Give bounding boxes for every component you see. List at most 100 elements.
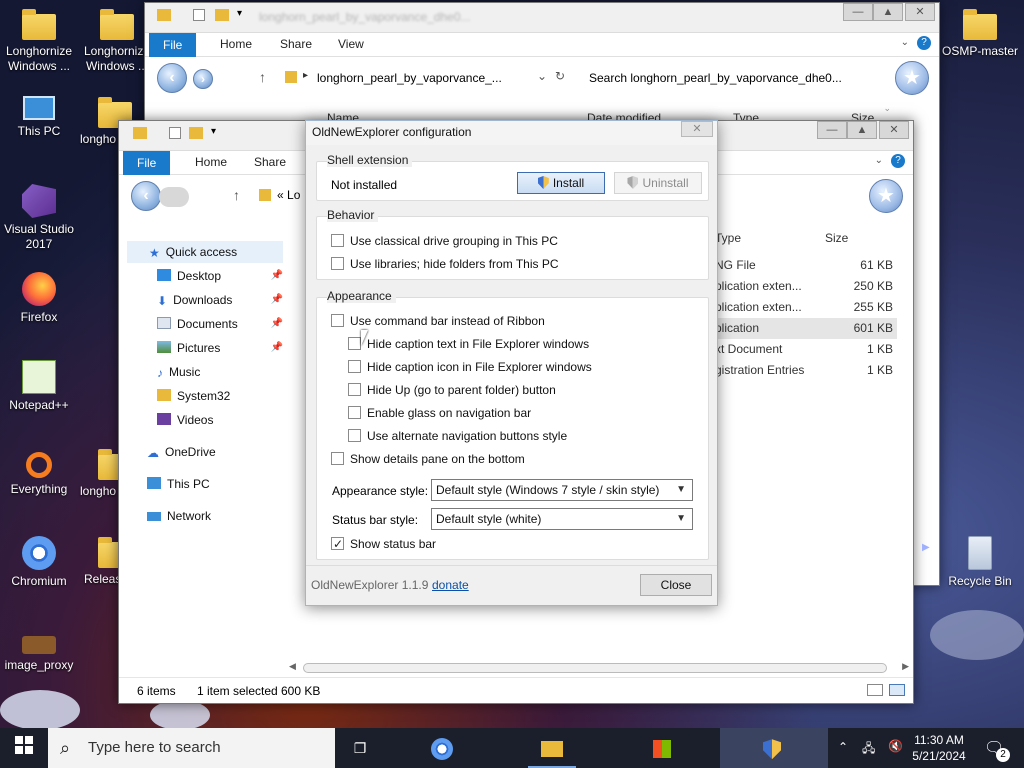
checkbox-box[interactable] [331, 257, 344, 270]
maximize-button[interactable]: ▲ [873, 3, 903, 21]
checkbox-box[interactable] [348, 383, 361, 396]
tab-file[interactable]: File [149, 33, 197, 57]
window-titlebar[interactable]: ▾ longhorn_pearl_by_vaporvance_dhe0... —… [145, 3, 939, 33]
nav-item-documents[interactable]: Documents 📌 [127, 313, 283, 335]
file-row[interactable]: plication exten... [715, 276, 802, 297]
checkbox-box[interactable] [348, 337, 361, 350]
pin-icon[interactable]: 📌 [271, 313, 283, 335]
donate-link[interactable]: donate [432, 578, 469, 592]
start-button[interactable] [0, 728, 48, 768]
checkbox-details-pane-bottom[interactable]: Show details pane on the bottom [331, 451, 525, 469]
chevron-down-icon[interactable]: ⌄ [901, 37, 909, 48]
nav-item-network[interactable]: Network [127, 505, 283, 527]
uninstall-button[interactable]: Uninstall [614, 172, 702, 194]
scroll-right-icon[interactable]: ▶ [902, 661, 909, 672]
checkbox-box[interactable] [331, 314, 344, 327]
nav-item-music[interactable]: ♪ Music [127, 361, 283, 383]
checkbox-classical-drive-grouping[interactable]: Use classical drive grouping in This PC [331, 233, 558, 251]
desktop-icon-longho-1[interactable]: longho [78, 96, 132, 147]
forward-button[interactable] [159, 187, 189, 207]
desktop-icon-osmp-master[interactable]: OSMP-master [936, 8, 1024, 59]
checkbox-box[interactable] [348, 429, 361, 442]
column-header-size[interactable]: Size [825, 231, 848, 245]
scroll-left-icon[interactable]: ◀ [289, 661, 296, 672]
desktop-icon-firefox[interactable]: Firefox [0, 272, 78, 325]
desktop-icon-releas[interactable]: Releas [78, 536, 132, 587]
desktop-icon-image-proxy[interactable]: image_proxy [0, 624, 78, 673]
dialog-titlebar[interactable]: OldNewExplorer configuration ✕ [306, 121, 717, 145]
file-row[interactable]: gistration Entries [715, 360, 804, 381]
checkbox-command-bar[interactable]: Use command bar instead of Ribbon [331, 313, 545, 331]
tab-file[interactable]: File [123, 151, 171, 175]
minimize-button[interactable]: — [817, 121, 847, 139]
checkbox-box[interactable] [331, 536, 344, 552]
volume-tray-icon[interactable]: 🔇 [888, 739, 903, 753]
checkbox-hide-up-button[interactable]: Hide Up (go to parent folder) button [348, 382, 556, 400]
taskbar-store[interactable] [638, 728, 686, 768]
quick-access-dropdown-icon[interactable]: ▾ [211, 126, 216, 137]
nav-item-videos[interactable]: Videos [127, 409, 283, 431]
desktop-icon-chromium[interactable]: Chromium [0, 536, 78, 589]
file-row[interactable]: NG File [715, 255, 756, 276]
favorites-star-icon[interactable]: ★ [869, 179, 903, 213]
taskbar-search-box[interactable]: ⌕ Type here to search [48, 728, 335, 768]
pin-icon[interactable]: 📌 [271, 289, 283, 311]
favorites-star-icon[interactable]: ★ [895, 61, 929, 95]
checkbox-hide-caption-icon[interactable]: Hide caption icon in File Explorer windo… [348, 359, 592, 377]
tab-home[interactable]: Home [195, 155, 227, 169]
large-icons-view-icon[interactable] [889, 684, 905, 696]
minimize-button[interactable]: — [843, 3, 873, 21]
up-arrow-icon[interactable]: ↑ [233, 187, 240, 203]
column-header-type[interactable]: Type [715, 231, 741, 245]
back-button[interactable]: ‹ [157, 63, 187, 93]
desktop-icon-longhornize-1[interactable]: Longhornize Windows ... [0, 8, 78, 74]
up-arrow-icon[interactable]: ↑ [259, 69, 266, 85]
close-button[interactable]: Close [640, 574, 712, 596]
nav-item-this-pc[interactable]: This PC [127, 473, 283, 495]
taskbar-chromium[interactable] [418, 728, 466, 768]
search-input[interactable]: Search longhorn_pearl_by_vaporvance_dhe0… [589, 71, 842, 85]
nav-item-desktop[interactable]: Desktop 📌 [127, 265, 283, 287]
address-bar[interactable]: « Lo [277, 188, 300, 202]
checkbox-enable-glass[interactable]: Enable glass on navigation bar [348, 405, 531, 423]
checkbox-box[interactable] [348, 406, 361, 419]
desktop-icon-this-pc[interactable]: This PC [0, 96, 78, 139]
nav-item-onedrive[interactable]: ☁ OneDrive [127, 441, 283, 463]
clock[interactable]: 11:30 AM 5/21/2024 [910, 732, 968, 764]
task-view-button[interactable]: ❐ [336, 728, 384, 768]
address-dropdown-icon[interactable]: ⌄ [537, 69, 547, 83]
status-bar-style-select[interactable]: Default style (white) ▼ [431, 508, 693, 530]
checkbox-use-libraries[interactable]: Use libraries; hide folders from This PC [331, 256, 559, 274]
network-tray-icon[interactable]: 🖧 [862, 739, 875, 760]
horizontal-scrollbar[interactable]: ◀ ▶ [289, 661, 909, 675]
checkbox-box[interactable] [348, 360, 361, 373]
chevron-down-icon[interactable]: ⌄ [875, 155, 883, 166]
tab-home[interactable]: Home [220, 37, 252, 51]
desktop-icon-visual-studio[interactable]: Visual Studio 2017 [0, 184, 78, 252]
checkbox-hide-caption-text[interactable]: Hide caption text in File Explorer windo… [348, 336, 589, 354]
desktop-icon-longho-2[interactable]: longho [78, 448, 132, 499]
quick-access-dropdown-icon[interactable]: ▾ [237, 8, 242, 19]
close-button[interactable]: ✕ [879, 121, 909, 139]
close-button[interactable]: ✕ [905, 3, 935, 21]
forward-button[interactable]: › [193, 69, 213, 89]
address-bar[interactable]: longhorn_pearl_by_vaporvance_... [317, 71, 502, 85]
pin-icon[interactable]: 📌 [271, 337, 283, 359]
install-button[interactable]: Install [517, 172, 605, 194]
help-icon[interactable]: ? [891, 154, 905, 168]
checkbox-box[interactable] [331, 234, 344, 247]
pin-icon[interactable]: 📌 [271, 265, 283, 287]
checkbox-alternate-nav-buttons[interactable]: Use alternate navigation buttons style [348, 428, 567, 446]
desktop-icon-notepad-plus-plus[interactable]: Notepad++ [0, 360, 78, 413]
maximize-button[interactable]: ▲ [847, 121, 877, 139]
help-icon[interactable]: ? [917, 36, 931, 50]
scroll-right-icon[interactable]: ▶ [922, 542, 930, 553]
desktop-icon-recycle-bin[interactable]: Recycle Bin [936, 536, 1024, 589]
taskbar-oldnewexplorer[interactable] [720, 728, 828, 768]
back-button[interactable]: ‹ [131, 181, 161, 211]
checkbox-show-status-bar[interactable]: Show status bar [331, 536, 436, 554]
dialog-close-x-button[interactable]: ✕ [681, 121, 713, 137]
nav-item-system32[interactable]: System32 [127, 385, 283, 407]
details-view-icon[interactable] [867, 684, 883, 696]
refresh-icon[interactable]: ↻ [555, 69, 565, 83]
